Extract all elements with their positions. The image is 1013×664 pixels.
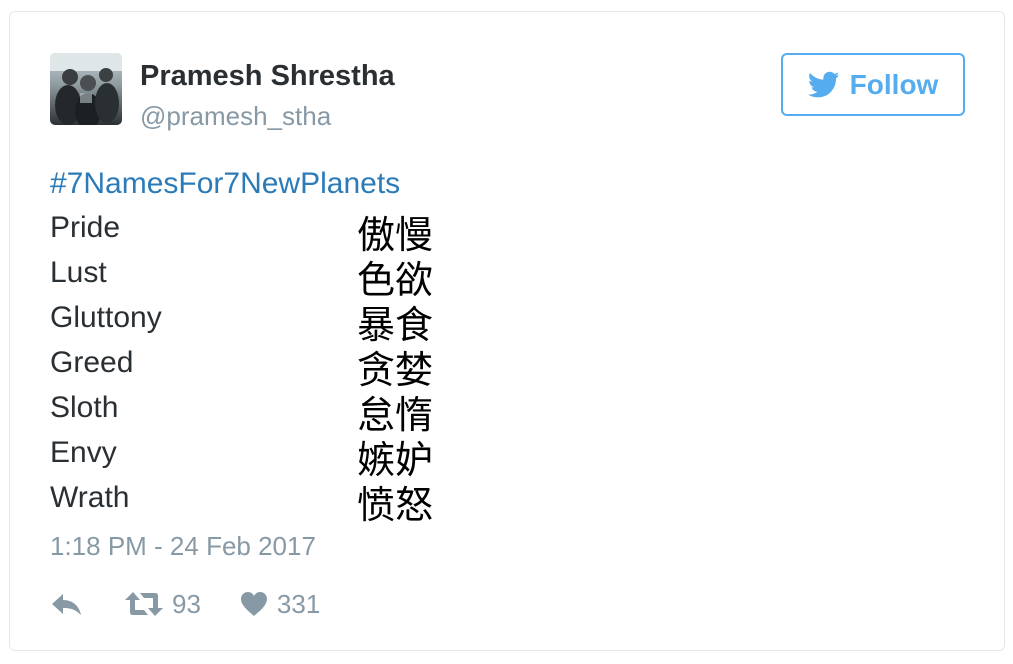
sin-english: Sloth <box>50 391 119 424</box>
sin-english: Greed <box>50 346 134 379</box>
retweet-button[interactable]: 93 <box>124 589 201 620</box>
sin-english: Lust <box>50 256 107 289</box>
sin-chinese: 愤怒 <box>357 483 434 527</box>
reply-icon <box>52 594 81 615</box>
avatar[interactable] <box>50 53 122 125</box>
heart-icon <box>240 592 267 616</box>
sin-english: Envy <box>50 436 117 469</box>
sin-list: Pride 傲慢 Lust 色欲 Gluttony 暴食 Greed 贪婪 Sl… <box>50 211 470 527</box>
hashtag-link[interactable]: #7NamesFor7NewPlanets <box>50 167 400 201</box>
author-screen-name[interactable]: @pramesh_stha <box>140 101 331 132</box>
sin-english: Gluttony <box>50 301 162 334</box>
list-item: Wrath 愤怒 <box>50 481 470 527</box>
retweet-icon <box>125 592 163 616</box>
retweet-count: 93 <box>172 588 201 619</box>
reply-button[interactable] <box>50 590 84 618</box>
twitter-bird-icon <box>807 71 840 97</box>
tweet-card: Pramesh Shrestha @pramesh_stha Follow #7… <box>9 11 1005 651</box>
sin-english: Pride <box>50 211 121 244</box>
like-count: 331 <box>276 588 321 619</box>
like-button[interactable]: 331 <box>239 589 320 620</box>
tweet-actions: 93 331 <box>50 586 320 622</box>
follow-label: Follow <box>849 68 939 100</box>
avatar-image <box>50 53 122 125</box>
tweet-timestamp[interactable]: 1:18 PM - 24 Feb 2017 <box>50 531 316 562</box>
sin-english: Wrath <box>50 481 130 514</box>
author-display-name[interactable]: Pramesh Shrestha <box>140 60 395 93</box>
follow-button[interactable]: Follow <box>781 53 965 116</box>
